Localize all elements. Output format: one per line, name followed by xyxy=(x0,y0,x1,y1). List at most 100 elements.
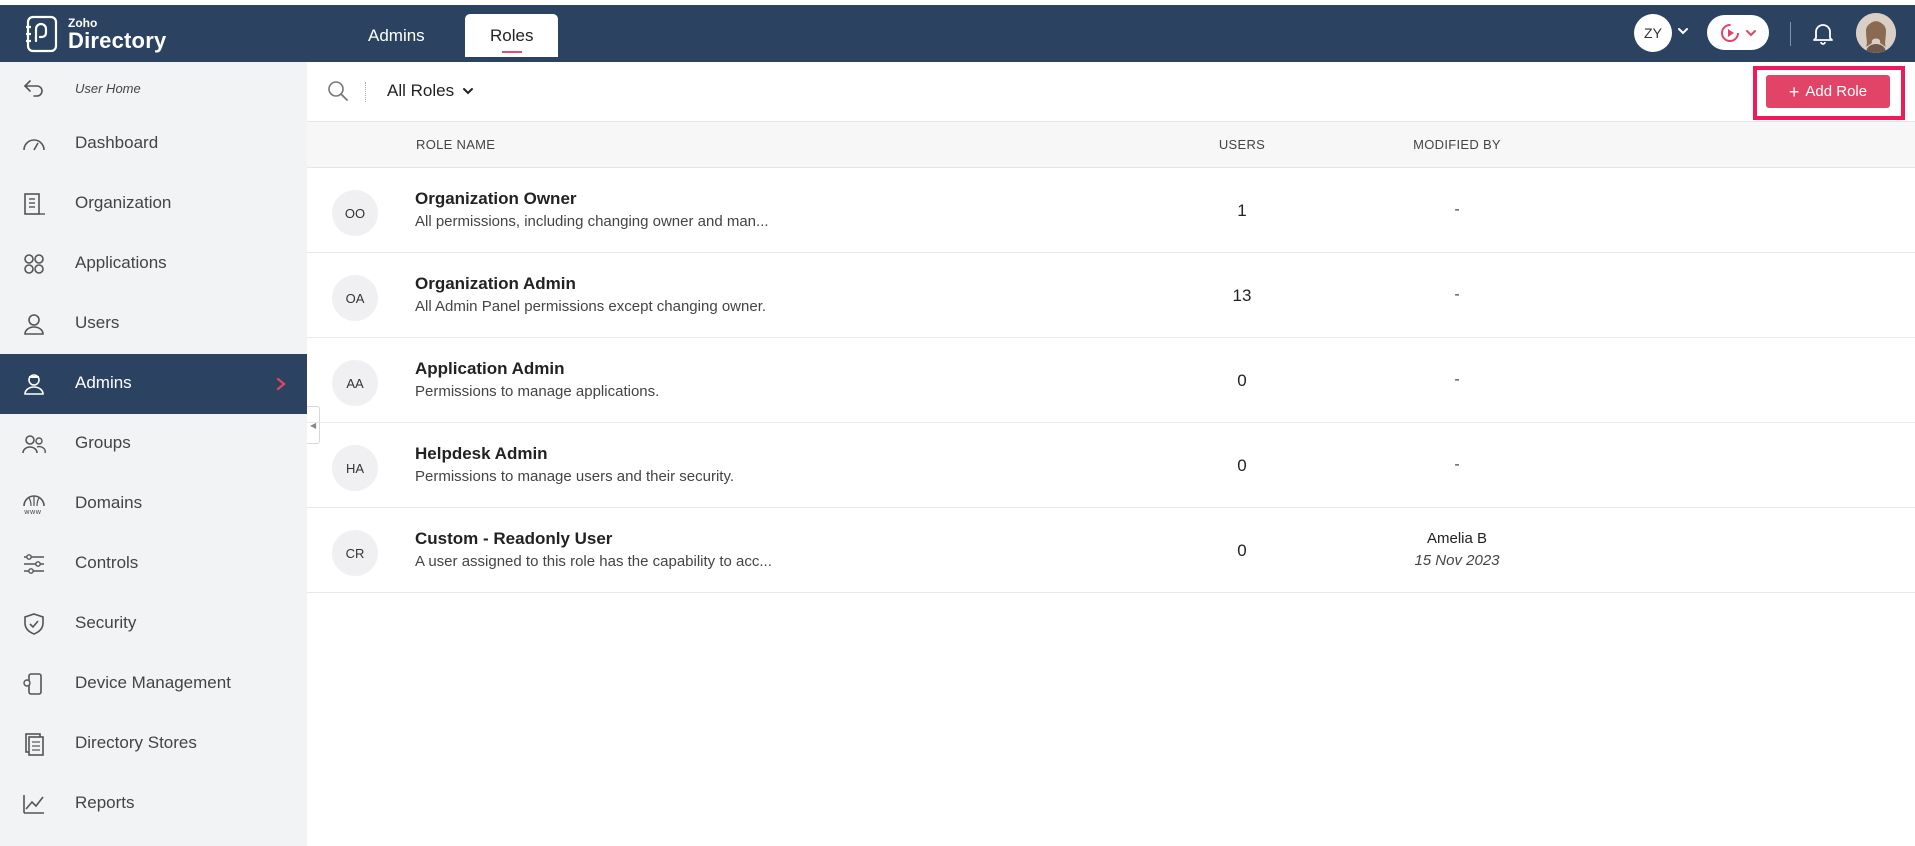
roles-table: OO Organization Owner All permissions, i… xyxy=(307,168,1915,593)
role-modified-date: 15 Nov 2023 xyxy=(1414,552,1500,569)
user-home-link[interactable]: User Home xyxy=(0,62,307,114)
shield-icon xyxy=(24,613,44,635)
table-row[interactable]: AA Application Admin Permissions to mana… xyxy=(307,338,1915,423)
reports-icon xyxy=(23,795,44,814)
sidebar-item-device-management[interactable]: Device Management xyxy=(0,654,307,714)
toolbar-divider xyxy=(365,82,366,102)
screen-record-button[interactable] xyxy=(1707,15,1769,50)
sidebar-item-organization[interactable]: Organization xyxy=(0,174,307,234)
column-header-users[interactable]: USERS xyxy=(1192,137,1292,152)
role-name[interactable]: Helpdesk Admin xyxy=(415,444,548,464)
directory-logo-icon xyxy=(26,15,58,53)
sidebar-item-label: Applications xyxy=(75,253,167,272)
role-modified-by: - xyxy=(1454,371,1460,388)
user-icon xyxy=(24,314,44,335)
role-name[interactable]: Custom - Readonly User xyxy=(415,529,612,549)
role-user-count[interactable]: 0 xyxy=(1192,541,1292,561)
chevron-right-icon xyxy=(276,377,286,391)
sidebar-item-directory-stores[interactable]: Directory Stores xyxy=(0,714,307,774)
chevron-down-icon xyxy=(463,88,474,95)
role-modified-by: - xyxy=(1454,286,1460,303)
role-initials-avatar: OA xyxy=(332,275,378,321)
tab-roles[interactable]: Roles xyxy=(465,14,559,57)
role-user-count[interactable]: 0 xyxy=(1192,371,1292,391)
role-filter-label: All Roles xyxy=(387,81,455,100)
admin-icon xyxy=(24,374,44,395)
sidebar-item-dashboard[interactable]: Dashboard xyxy=(0,114,307,174)
role-name[interactable]: Organization Owner xyxy=(415,189,577,209)
sidebar-item-domains[interactable]: www Domains xyxy=(0,474,307,534)
user-avatar[interactable] xyxy=(1856,13,1896,53)
role-description: All Admin Panel permissions except chang… xyxy=(415,298,767,315)
search-icon[interactable] xyxy=(327,80,349,102)
profile-photo-icon xyxy=(1856,13,1896,53)
role-description: Permissions to manage applications. xyxy=(415,383,660,400)
sidebar-item-admins[interactable]: Admins xyxy=(0,354,307,414)
role-description: All permissions, including changing owne… xyxy=(415,213,769,230)
organization-icon xyxy=(24,193,45,215)
device-icon xyxy=(23,673,42,695)
table-header: ROLE NAME USERS MODIFIED BY xyxy=(307,122,1915,168)
sidebar-item-applications[interactable]: Applications xyxy=(0,234,307,294)
roles-toolbar: All Roles xyxy=(307,62,1915,122)
sidebar-item-groups[interactable]: Groups xyxy=(0,414,307,474)
sidebar-item-label: Admins xyxy=(75,373,132,392)
sidebar-item-label: Device Management xyxy=(75,673,231,692)
top-bar: Zoho Directory xyxy=(0,5,1915,62)
chevron-down-icon xyxy=(1746,29,1756,36)
sidebar-item-label: Security xyxy=(75,613,137,632)
brand-name: Directory xyxy=(68,27,167,53)
table-row[interactable]: OO Organization Owner All permissions, i… xyxy=(307,168,1915,253)
sidebar-item-label: Directory Stores xyxy=(75,733,197,752)
sidebar-item-users[interactable]: Users xyxy=(0,294,307,354)
sidebar-item-label: Organization xyxy=(75,193,172,212)
sidebar-item-label: Dashboard xyxy=(75,133,159,152)
sidebar-item-controls[interactable]: Controls xyxy=(0,534,307,594)
role-initials-avatar: AA xyxy=(332,360,378,406)
table-row[interactable]: CR Custom - Readonly User A user assigne… xyxy=(307,508,1915,593)
role-modified-by: - xyxy=(1454,456,1460,473)
tab-admins[interactable]: Admins xyxy=(343,14,450,57)
domains-icon: www xyxy=(23,495,45,516)
role-initials-avatar: CR xyxy=(332,530,378,576)
brand-small: Zoho xyxy=(68,15,98,30)
add-role-button[interactable]: + Add Role xyxy=(1766,75,1890,108)
sidebar-item-label: Reports xyxy=(75,793,135,812)
role-modified-by: - xyxy=(1454,201,1460,218)
sidebar-item-label: Domains xyxy=(75,493,143,512)
sidebar-item-security[interactable]: Security xyxy=(0,594,307,654)
sidebar: User Home Dashboard Organization Applica… xyxy=(0,62,307,846)
app-root: { "app": { "brand_small": "Zoho", "brand… xyxy=(0,0,1915,846)
user-home-label: User Home xyxy=(75,81,141,96)
chevron-down-icon[interactable] xyxy=(1676,24,1690,38)
dashboard-icon xyxy=(23,139,45,151)
applications-icon xyxy=(24,254,44,274)
sidebar-item-label: Groups xyxy=(75,433,131,452)
back-arrow-icon xyxy=(23,80,43,97)
app-logo[interactable]: Zoho Directory xyxy=(26,14,166,54)
role-user-count[interactable]: 0 xyxy=(1192,456,1292,476)
role-user-count[interactable]: 13 xyxy=(1192,286,1292,306)
column-header-modified-by[interactable]: MODIFIED BY xyxy=(1367,137,1547,152)
role-name[interactable]: Organization Admin xyxy=(415,274,576,294)
role-filter-dropdown[interactable]: All Roles xyxy=(387,81,474,101)
sidebar-item-label: Controls xyxy=(75,553,139,572)
svg-text:www: www xyxy=(24,508,41,516)
controls-icon xyxy=(24,554,44,574)
table-row[interactable]: OA Organization Admin All Admin Panel pe… xyxy=(307,253,1915,338)
role-name[interactable]: Application Admin xyxy=(415,359,565,379)
sidebar-item-reports[interactable]: Reports xyxy=(0,774,307,834)
role-initials-avatar: HA xyxy=(332,445,378,491)
screen-record-icon xyxy=(1721,23,1739,42)
column-header-role-name[interactable]: ROLE NAME xyxy=(416,137,495,152)
org-switcher-avatar[interactable]: ZY xyxy=(1634,14,1672,52)
bell-icon[interactable] xyxy=(1810,20,1836,46)
role-user-count[interactable]: 1 xyxy=(1192,201,1292,221)
header-divider xyxy=(1790,22,1791,46)
role-description: Permissions to manage users and their se… xyxy=(415,468,735,485)
role-initials-avatar: OO xyxy=(332,190,378,236)
role-modified-by: Amelia B xyxy=(1426,530,1488,547)
groups-icon xyxy=(22,435,46,454)
stores-icon xyxy=(25,733,44,756)
table-row[interactable]: HA Helpdesk Admin Permissions to manage … xyxy=(307,423,1915,508)
